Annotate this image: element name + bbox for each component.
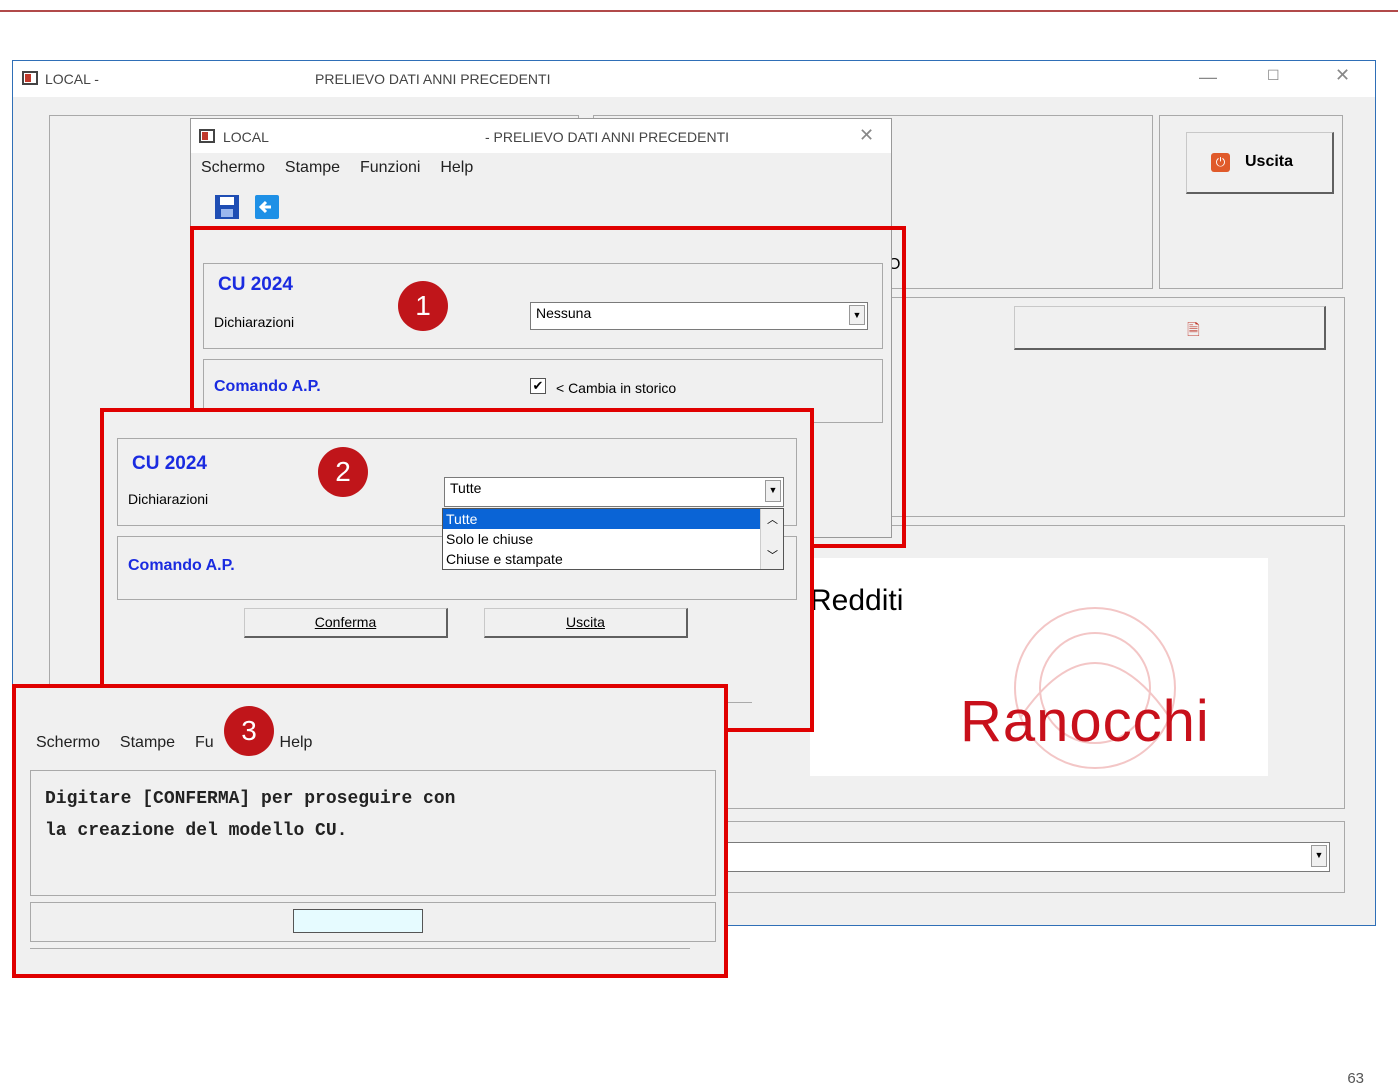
chevron-down-icon: ▼ [1311,845,1327,867]
brand-logo-text: Ranocchi [960,689,1210,754]
step-badge-2: 2 [318,447,368,497]
close-icon[interactable]: ✕ [1335,65,1350,86]
dialog1-menubar: Schermo Stampe Funzioni Help [201,159,881,185]
menu-funzioni[interactable]: Funzioni [360,159,420,176]
minimize-icon[interactable]: — [1199,67,1217,88]
exit-panel: ⏻ Uscita [1159,115,1343,289]
maximize-icon[interactable]: ☐ [1267,67,1280,84]
pdf-button[interactable]: 🗎 [1014,306,1326,350]
main-window-title: PRELIEVO DATI ANNI PRECEDENTI [315,71,551,87]
pdf-icon: 🗎 [1187,322,1200,339]
main-exit-button[interactable]: ⏻ Uscita [1186,132,1334,194]
menu-help[interactable]: Help [440,159,473,176]
save-icon[interactable] [213,193,241,221]
main-titlebar: LOCAL - PRELIEVO DATI ANNI PRECEDENTI — … [13,61,1375,97]
main-exit-label: Uscita [1245,153,1294,170]
dialog1-titlebar: LOCAL - PRELIEVO DATI ANNI PRECEDENTI ✕ [191,119,891,153]
power-icon: ⏻ [1211,153,1230,172]
brand-logo-area: Redditi Ranocchi [810,558,1268,776]
dialog1-title: - PRELIEVO DATI ANNI PRECEDENTI [485,129,730,145]
back-arrow-icon[interactable] [253,193,281,221]
page-number: 63 [1347,1070,1364,1087]
step-badge-1: 1 [398,281,448,331]
slide-top-rule [0,10,1398,12]
dialog1-close-icon[interactable]: ✕ [859,125,874,146]
menu-schermo[interactable]: Schermo [201,159,265,176]
highlight-box-3 [12,684,728,978]
app-window-icon [22,71,38,85]
main-app-name: LOCAL - [45,71,99,87]
step-badge-3: 3 [224,706,274,756]
brand-partial-text: Redditi [810,584,904,617]
menu-stampe[interactable]: Stampe [285,159,340,176]
dialog1-app-name: LOCAL [223,129,269,145]
dialog1-window-icon [199,129,215,143]
